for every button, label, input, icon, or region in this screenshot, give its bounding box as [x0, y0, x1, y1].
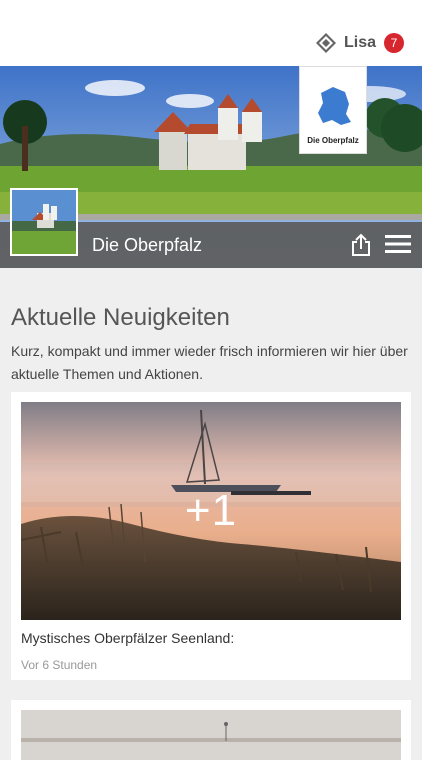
username: Lisa	[343, 34, 376, 51]
brand-logo-label: Die Oberpfalz	[307, 136, 359, 145]
more-images-count: +1	[184, 486, 238, 535]
hero-title: Die Oberpfalz	[92, 235, 203, 255]
share-icon[interactable]	[350, 233, 372, 257]
hero-banner: Die Oberpfalz Die Oberpfalz	[0, 66, 422, 268]
top-bar: Lisa 7	[0, 0, 422, 66]
thumbnail-photo	[12, 190, 76, 254]
brand-logo-card: Die Oberpfalz	[299, 66, 367, 154]
news-photo-preview	[21, 710, 401, 760]
news-image[interactable]: +1	[21, 402, 401, 620]
section-title: Aktuelle Neuigkeiten	[11, 304, 230, 332]
notification-badge[interactable]: 7	[384, 33, 404, 53]
section-intro: Kurz, kompakt und immer wieder frisch in…	[11, 343, 408, 382]
news-card[interactable]: +1 Mystisches Oberpfälzer Seenland: Vor …	[11, 392, 411, 680]
news-timestamp: Vor 6 Stunden	[21, 658, 98, 672]
user-profile[interactable]: Lisa 7	[315, 33, 404, 53]
diamond-logo-icon	[315, 33, 336, 53]
oberpfalz-map-icon	[318, 87, 351, 125]
profile-thumbnail	[10, 188, 78, 256]
hamburger-menu-icon[interactable]	[385, 234, 411, 254]
news-image-preview[interactable]	[21, 710, 401, 760]
news-title[interactable]: Mystisches Oberpfälzer Seenland:	[21, 630, 234, 646]
news-card[interactable]	[11, 700, 411, 760]
